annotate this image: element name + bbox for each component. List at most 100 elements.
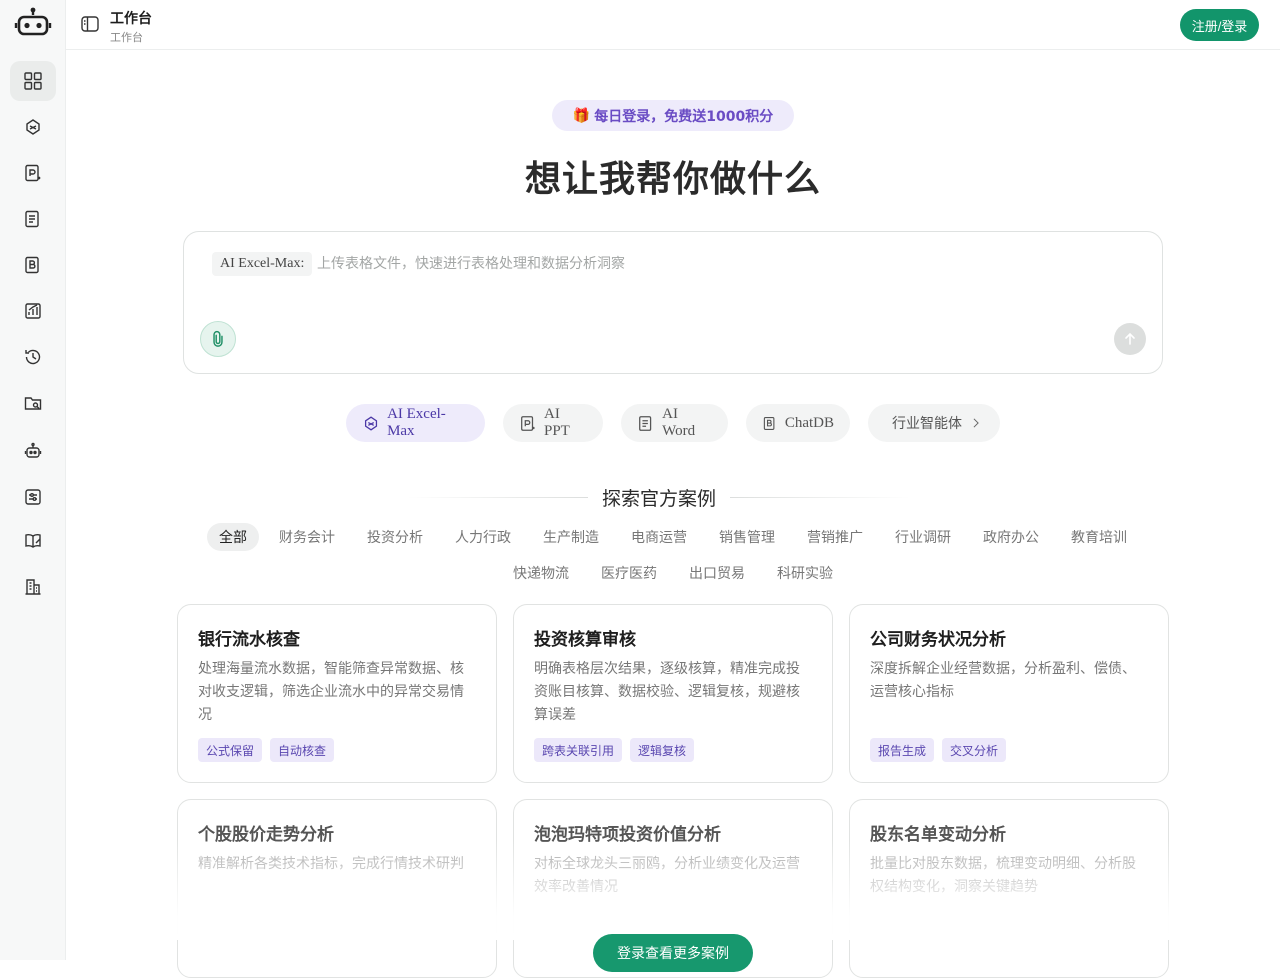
chart-icon [25,303,41,319]
case-card[interactable]: 投资核算审核 明确表格层次结果，逐级核算，精准完成投资账目核算、数据校验、逻辑复… [513,604,833,783]
sidebar-item-workspace[interactable] [10,61,56,101]
case-card[interactable]: 银行流水核查 处理海量流水数据，智能筛查异常数据、核对收支逻辑，筛选企业流水中的… [177,604,497,783]
divider [408,496,588,498]
category-item[interactable]: 教育培训 [1063,523,1135,551]
case-card-title: 泡泡玛特项投资价值分析 [534,825,721,845]
cases-section-title: 探索官方案例 [408,484,911,510]
view-more-cases-button[interactable]: 登录查看更多案例 [593,934,753,972]
category-item[interactable]: 财务会计 [271,523,343,551]
tool-ai-word[interactable]: AI Word [621,404,728,442]
word-icon [639,415,652,431]
chevron-right-icon [973,418,979,428]
sidebar-item-ai-word[interactable] [10,199,56,239]
case-card-tags: 公式保留 自动核查 [198,738,335,762]
settings-list-icon [25,489,41,505]
hero-title: 想让我帮你做什么 [524,159,821,200]
category-item[interactable]: 电商运营 [623,523,695,551]
tool-label: 行业智能体 [892,416,962,432]
divider [730,496,911,498]
sidebar-item-tasks[interactable] [10,477,56,517]
book-icon [25,533,41,548]
case-card-title: 股东名单变动分析 [870,825,1006,845]
sidebar-item-chatdb[interactable] [10,245,56,285]
chatdb-icon [763,416,775,430]
tag: 跨表关联引用 [534,738,623,762]
excel-ai-icon [26,119,40,135]
case-card-desc: 精准解析各类技术指标，完成行情技术研判 [198,856,464,872]
sidebar-item-agents[interactable] [10,431,56,471]
case-card[interactable]: 个股股价走势分析 精准解析各类技术指标，完成行情技术研判 [177,799,497,978]
case-card-desc: 对标全球龙头三丽鸥，分析业绩变化及运营效率改善情况 [534,856,800,895]
send-button[interactable] [1114,323,1146,355]
category-item[interactable]: 投资分析 [359,523,431,551]
case-card[interactable]: 公司财务状况分析 深度拆解企业经营数据，分析盈利、偿债、运营核心指标 报告生成 … [849,604,1169,783]
building-icon [25,579,41,595]
tool-label: AI PPT [543,406,570,439]
robot-icon [24,442,42,458]
sidebar-item-analytics[interactable] [10,291,56,331]
sidebar-item-files[interactable] [10,383,56,423]
history-icon [25,349,41,365]
tool-label: AI Word [662,406,696,439]
case-card-desc: 处理海量流水数据，智能筛查异常数据、核对收支逻辑，筛选企业流水中的异常交易情况 [198,661,464,723]
sidebar-toggle-icon[interactable] [80,14,100,34]
category-item[interactable]: 销售管理 [711,523,783,551]
category-item[interactable]: 科研实验 [769,559,841,587]
tag: 逻辑复核 [630,738,695,762]
login-register-button[interactable]: 注册/登录 [1180,9,1259,41]
promo-text: 每日登录，免费送1000积分 [594,108,774,125]
sidebar-item-docs[interactable] [10,521,56,561]
tag: 自动核查 [270,738,335,762]
category-item[interactable]: 人力行政 [447,523,519,551]
ppt-icon [25,164,41,182]
case-card[interactable]: 股东名单变动分析 批量比对股东数据，梳理变动明细、分析股权结构变化，洞察关键趋势 [849,799,1169,978]
excel-ai-icon [364,415,378,431]
case-card-desc: 明确表格层次结果，逐级核算，精准完成投资账目核算、数据校验、逻辑复核，规避核算误… [534,661,800,723]
paperclip-icon [213,330,223,347]
grid-icon [24,72,42,90]
tool-ai-excel-max[interactable]: AI Excel-Max [346,404,485,442]
case-card-desc: 深度拆解企业经营数据，分析盈利、偿债、运营核心指标 [870,661,1136,700]
folder-icon [24,397,42,410]
category-item[interactable]: 快递物流 [505,559,577,587]
sidebar-item-history[interactable] [10,337,56,377]
ppt-icon [521,415,535,431]
tool-industry-agents[interactable]: 行业智能体 [868,404,1000,442]
tag: 公式保留 [198,738,263,762]
promo-badge[interactable]: 🎁 每日登录，免费送1000积分 [552,100,794,131]
gift-icon: 🎁 [572,107,591,124]
prompt-box: AI Excel-Max: [183,231,1163,374]
robot-logo-icon[interactable] [14,6,52,40]
tool-ai-ppt[interactable]: AI PPT [503,404,603,442]
top-header: 工作台 工作台 注册/登录 [66,0,1280,50]
tag: 报告生成 [870,738,935,762]
prompt-input[interactable] [317,252,817,276]
case-card-tags: 跨表关联引用 逻辑复核 [534,738,695,762]
category-item[interactable]: 出口贸易 [681,559,753,587]
sidebar-item-enterprise[interactable] [10,567,56,607]
category-item[interactable]: 生产制造 [535,523,607,551]
category-item[interactable]: 政府办公 [975,523,1047,551]
tool-label: AI Excel-Max [387,406,446,439]
case-card-desc: 批量比对股东数据，梳理变动明细、分析股权结构变化，洞察关键趋势 [870,856,1136,895]
sidebar-item-ai-ppt[interactable] [10,153,56,193]
case-card-title: 投资核算审核 [534,630,636,650]
case-card-title: 银行流水核查 [198,630,300,650]
tool-chatdb[interactable]: ChatDB [746,404,850,442]
category-item[interactable]: 营销推广 [799,523,871,551]
arrow-up-icon [1125,332,1135,345]
page-title: 工作台 [110,11,152,27]
breadcrumb: 工作台 [110,31,143,44]
case-card-title: 个股股价走势分析 [198,825,334,845]
word-icon [25,210,39,228]
category-item[interactable]: 行业调研 [887,523,959,551]
tool-label: ChatDB [784,414,834,431]
cases-title: 探索官方案例 [602,487,717,510]
case-card-tags: 报告生成 交叉分析 [870,738,1007,762]
tag: 交叉分析 [942,738,1007,762]
attach-file-button[interactable] [200,321,236,357]
sidebar-item-excel-max[interactable] [10,107,56,147]
category-all[interactable]: 全部 [207,523,259,551]
category-item[interactable]: 医疗医药 [593,559,665,587]
case-card-title: 公司财务状况分析 [870,630,1006,650]
